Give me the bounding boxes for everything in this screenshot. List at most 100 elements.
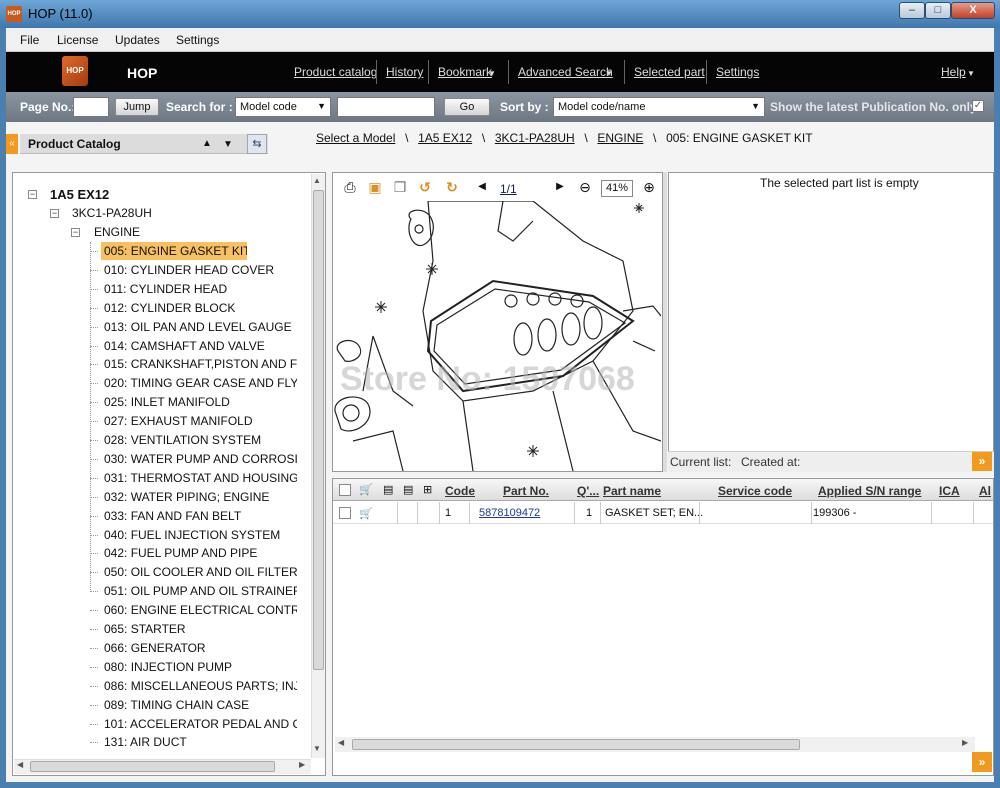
tree-hscroll-thumb[interactable]: [30, 761, 275, 772]
chevron-down-icon[interactable]: ▼: [488, 69, 496, 78]
column-part-no[interactable]: Part No.: [503, 484, 549, 498]
viewer-splitter[interactable]: [663, 172, 667, 472]
tree-item[interactable]: 051: OIL PUMP AND OIL STRAINER: [101, 582, 297, 600]
tree-item[interactable]: 065: STARTER: [101, 620, 297, 638]
tree-item[interactable]: 028: VENTILATION SYSTEM: [101, 431, 297, 449]
tree-item[interactable]: 030: WATER PUMP AND CORROSIO: [101, 450, 297, 468]
arrow-up-icon[interactable]: ▲: [202, 138, 212, 149]
scroll-left-icon[interactable]: ◀: [17, 760, 23, 769]
tree-node-group[interactable]: ENGINE: [94, 225, 140, 239]
menu-license[interactable]: License: [57, 33, 98, 47]
tree-item[interactable]: 025: INLET MANIFOLD: [101, 393, 297, 411]
tree-item[interactable]: 014: CAMSHAFT AND VALVE: [101, 337, 297, 355]
nav-settings[interactable]: Settings: [716, 65, 759, 79]
close-button[interactable]: X: [951, 2, 995, 19]
tree-item[interactable]: 020: TIMING GEAR CASE AND FLYW: [101, 374, 297, 392]
tree-node-model[interactable]: 1A5 EX12: [50, 187, 109, 202]
prev-page-icon[interactable]: ◀: [473, 178, 491, 196]
breadcrumb-group[interactable]: ENGINE: [597, 131, 643, 145]
copy-icon[interactable]: ❐: [391, 178, 409, 196]
menu-settings[interactable]: Settings: [176, 33, 219, 47]
collapse-left-icon[interactable]: «: [6, 134, 18, 154]
zoom-out-icon[interactable]: ⊖: [576, 178, 594, 196]
sync-icon[interactable]: ⇆: [247, 134, 267, 154]
tree-item[interactable]: 060: ENGINE ELECTRICAL CONTRO: [101, 601, 297, 619]
tree-item[interactable]: 013: OIL PAN AND LEVEL GAUGE: [101, 318, 297, 336]
search-input[interactable]: [337, 97, 435, 117]
nav-advanced-search[interactable]: Advanced Search: [518, 65, 613, 79]
arrow-down-icon[interactable]: ▼: [223, 139, 233, 150]
tree-item[interactable]: 101: ACCELERATOR PEDAL AND CC: [101, 715, 297, 733]
tree-item[interactable]: 027: EXHAUST MANIFOLD: [101, 412, 297, 430]
cell-part-no[interactable]: 5878109472: [479, 507, 540, 519]
tree-item[interactable]: 066: GENERATOR: [101, 639, 297, 657]
tree-item[interactable]: 005: ENGINE GASKET KIT: [101, 242, 247, 260]
column-ica[interactable]: ICA: [939, 484, 960, 498]
column-part-name[interactable]: Part name: [603, 484, 661, 498]
tree-item[interactable]: 032: WATER PIPING; ENGINE: [101, 488, 297, 506]
tree-item[interactable]: 042: FUEL PUMP AND PIPE: [101, 544, 297, 562]
tree-item[interactable]: 050: OIL COOLER AND OIL FILTER: [101, 563, 297, 581]
next-page-icon[interactable]: ▶: [551, 178, 569, 196]
breadcrumb-select-model[interactable]: Select a Model: [316, 131, 395, 145]
menu-updates[interactable]: Updates: [115, 33, 160, 47]
note-icon[interactable]: ▤: [383, 483, 393, 496]
chevron-down-icon[interactable]: ▼: [967, 69, 975, 78]
scroll-left-icon[interactable]: ◀: [338, 738, 344, 747]
maximize-button[interactable]: □: [925, 2, 951, 19]
column-service-code[interactable]: Service code: [718, 484, 792, 498]
nav-product-catalog[interactable]: Product catalog: [294, 65, 377, 79]
collapse-toggle-icon[interactable]: −: [28, 190, 37, 199]
cart-icon[interactable]: 🛒: [359, 507, 373, 520]
breadcrumb-model[interactable]: 1A5 EX12: [418, 131, 472, 145]
zoom-in-icon[interactable]: ⊕: [640, 178, 658, 196]
column-al[interactable]: Al: [979, 484, 991, 498]
scroll-right-icon[interactable]: ▶: [962, 738, 968, 747]
expand-down-icon[interactable]: »: [972, 752, 992, 772]
sort-by-select[interactable]: Model code/name ▼: [553, 97, 765, 117]
scroll-up-icon[interactable]: ▲: [313, 176, 321, 185]
tree-view-icon[interactable]: ⊞: [423, 483, 432, 496]
page-no-input[interactable]: [73, 97, 109, 117]
rotate-left-icon[interactable]: ↺: [416, 178, 434, 196]
tree-scroll-thumb[interactable]: [313, 190, 324, 670]
tree-item[interactable]: 012: CYLINDER BLOCK: [101, 299, 297, 317]
collapse-toggle-icon[interactable]: −: [50, 209, 59, 218]
column-sn-range[interactable]: Applied S/N range: [818, 484, 921, 498]
column-code[interactable]: Code: [445, 484, 475, 498]
page-indicator[interactable]: 1/1: [500, 182, 517, 196]
nav-selected-part[interactable]: Selected part: [634, 65, 705, 79]
chevron-down-icon[interactable]: ▼: [605, 69, 613, 78]
print-icon[interactable]: ⎙: [341, 178, 359, 196]
export-icon[interactable]: ▣: [366, 178, 384, 196]
expand-right-icon[interactable]: »: [972, 452, 992, 471]
jump-button[interactable]: Jump: [115, 98, 159, 116]
tree-item[interactable]: 089: TIMING CHAIN CASE: [101, 696, 297, 714]
minimize-button[interactable]: –: [899, 2, 925, 19]
rotate-right-icon[interactable]: ↻: [443, 178, 461, 196]
search-for-select[interactable]: Model code ▼: [235, 97, 331, 117]
tree-item[interactable]: 033: FAN AND FAN BELT: [101, 507, 297, 525]
grid-hscroll-thumb[interactable]: [352, 739, 800, 750]
tree-item[interactable]: 086: MISCELLANEOUS PARTS; INJE: [101, 677, 297, 695]
row-checkbox[interactable]: [339, 507, 351, 519]
nav-history[interactable]: History: [386, 65, 423, 79]
cart-icon[interactable]: 🛒: [359, 483, 373, 496]
tree-node-variant[interactable]: 3KC1-PA28UH: [72, 206, 152, 220]
scroll-down-icon[interactable]: ▼: [313, 744, 321, 753]
column-qty[interactable]: Q'...: [577, 484, 599, 498]
tree-item[interactable]: 010: CYLINDER HEAD COVER: [101, 261, 297, 279]
breadcrumb-variant[interactable]: 3KC1-PA28UH: [495, 131, 575, 145]
tree-item[interactable]: 031: THERMOSTAT AND HOUSING: [101, 469, 297, 487]
tree-item[interactable]: 080: INJECTION PUMP: [101, 658, 297, 676]
nav-help[interactable]: Help: [941, 65, 966, 79]
tree-item[interactable]: 040: FUEL INJECTION SYSTEM: [101, 526, 297, 544]
scroll-right-icon[interactable]: ▶: [299, 760, 305, 769]
memo-icon[interactable]: ▤: [403, 483, 413, 496]
tree-item[interactable]: 011: CYLINDER HEAD: [101, 280, 297, 298]
zoom-input[interactable]: 41%: [601, 180, 633, 197]
latest-publication-checkbox[interactable]: ✓: [972, 100, 984, 112]
select-all-checkbox[interactable]: [339, 484, 351, 496]
collapse-toggle-icon[interactable]: −: [71, 228, 80, 237]
tree-item[interactable]: 131: AIR DUCT: [101, 733, 297, 751]
